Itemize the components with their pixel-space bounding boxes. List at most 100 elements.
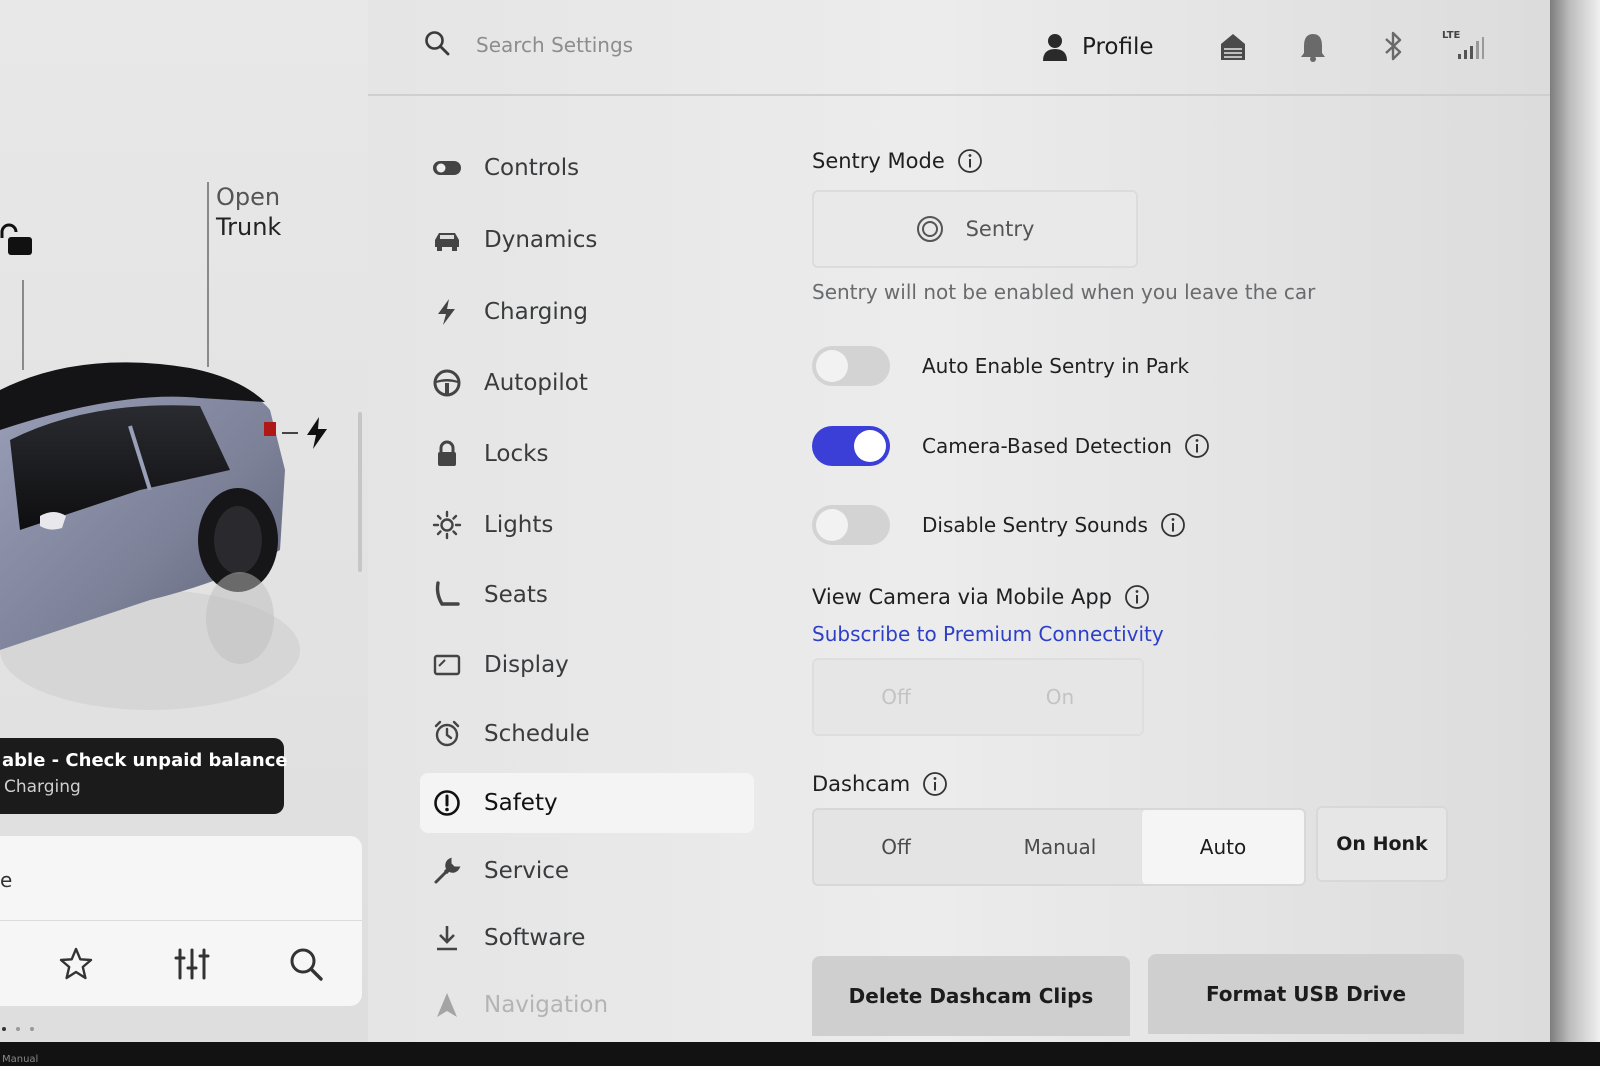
- view-camera-off-option: Off: [881, 685, 911, 709]
- search-icon[interactable]: [288, 946, 324, 982]
- nav-item-schedule[interactable]: Schedule: [420, 704, 754, 764]
- nav-item-safety[interactable]: Safety: [420, 773, 754, 833]
- controls-sliders-icon[interactable]: [174, 946, 210, 982]
- dashcam-on-honk-button[interactable]: On Honk: [1316, 806, 1448, 882]
- info-icon[interactable]: [922, 771, 948, 797]
- profile-label: Profile: [1082, 34, 1154, 60]
- open-trunk-label-line1: Open: [216, 183, 281, 211]
- view-camera-heading: View Camera via Mobile App: [812, 584, 1150, 610]
- trunk-indicator-line: [207, 182, 209, 367]
- display-bezel-right: [1550, 0, 1600, 1066]
- sentry-button[interactable]: Sentry: [812, 190, 1138, 268]
- nav-item-lights[interactable]: Lights: [420, 495, 754, 555]
- profile-button[interactable]: Profile: [1042, 30, 1154, 64]
- display-bezel-bottom: Manual: [0, 1042, 1600, 1066]
- settings-screen: Open Trunk able - Check unpaid balance C…: [0, 0, 1550, 1042]
- card-divider: [0, 920, 362, 921]
- info-icon[interactable]: [1184, 433, 1210, 459]
- nav-item-locks[interactable]: Locks: [420, 424, 754, 484]
- notification-bell-icon[interactable]: [1298, 30, 1328, 62]
- open-trunk-label-line2: Trunk: [216, 213, 282, 241]
- nav-item-controls[interactable]: Controls: [420, 138, 754, 198]
- nav-label: Dynamics: [484, 227, 598, 253]
- format-usb-drive-button[interactable]: Format USB Drive: [1148, 954, 1464, 1034]
- auto-enable-sentry-row: Auto Enable Sentry in Park: [812, 346, 1189, 386]
- bluetooth-icon[interactable]: [1378, 30, 1408, 62]
- quick-controls-card: e: [0, 836, 362, 1006]
- nav-item-charging[interactable]: Charging: [420, 282, 754, 342]
- lte-signal-icon: LTE: [1442, 30, 1486, 62]
- view-camera-segmented-control: Off On: [812, 658, 1144, 736]
- info-icon[interactable]: [1124, 584, 1150, 610]
- steering-wheel-icon: [433, 369, 461, 397]
- sentry-mode-heading: Sentry Mode: [812, 148, 983, 174]
- nav-item-display[interactable]: Display: [420, 635, 754, 695]
- disable-sentry-sounds-toggle[interactable]: [812, 505, 890, 545]
- page-indicator-dots: [2, 1016, 44, 1035]
- sentry-eye-icon: [916, 216, 943, 242]
- nav-item-seats[interactable]: Seats: [420, 565, 754, 625]
- navigation-icon: [437, 993, 457, 1017]
- charging-alert-toast[interactable]: able - Check unpaid balance Charging: [0, 738, 288, 814]
- info-icon[interactable]: [1160, 512, 1186, 538]
- nav-label: Lights: [484, 512, 554, 538]
- wrench-icon: [434, 857, 461, 884]
- premium-connectivity-link[interactable]: Subscribe to Premium Connectivity: [812, 622, 1164, 646]
- nav-item-autopilot[interactable]: Autopilot: [420, 353, 754, 413]
- search-settings-input[interactable]: [476, 28, 896, 62]
- nav-item-dynamics[interactable]: Dynamics: [420, 210, 754, 270]
- bezel-text: Manual: [2, 1054, 39, 1065]
- lock-icon: [438, 440, 456, 466]
- info-icon[interactable]: [957, 148, 983, 174]
- dashcam-off-option[interactable]: Off: [814, 810, 978, 884]
- card-text-fragment: e: [0, 868, 13, 892]
- bolt-icon: [438, 299, 455, 325]
- toast-message: able - Check unpaid balance: [2, 750, 288, 771]
- search-icon[interactable]: [424, 30, 450, 56]
- nav-item-service[interactable]: Service: [420, 841, 754, 901]
- nav-label: Locks: [484, 441, 549, 467]
- toggle-label: Camera-Based Detection: [922, 434, 1172, 458]
- dashcam-heading: Dashcam: [812, 771, 948, 797]
- auto-enable-sentry-toggle[interactable]: [812, 346, 890, 386]
- panel-scrollbar[interactable]: [358, 412, 362, 572]
- camera-detection-row: Camera-Based Detection: [812, 426, 1210, 466]
- seat-icon: [435, 581, 460, 606]
- dashcam-manual-option[interactable]: Manual: [978, 810, 1142, 884]
- settings-header: Profile LTE: [368, 0, 1550, 96]
- toggle-icon: [433, 161, 461, 175]
- profile-icon: [1043, 34, 1067, 61]
- nav-label: Seats: [484, 582, 548, 608]
- car-status-panel: Open Trunk able - Check unpaid balance C…: [0, 0, 368, 1042]
- download-icon: [437, 926, 457, 951]
- toast-subtitle: Charging: [4, 777, 81, 797]
- nav-label: Safety: [484, 790, 558, 816]
- toggle-label-wrap: Camera-Based Detection: [922, 433, 1210, 459]
- favorite-star-icon[interactable]: [58, 946, 94, 982]
- dashcam-auto-option[interactable]: Auto: [1142, 810, 1304, 884]
- nav-label: Charging: [484, 299, 588, 325]
- alert-circle-icon: [434, 790, 460, 816]
- nav-item-software[interactable]: Software: [420, 908, 754, 968]
- nav-label: Display: [484, 652, 569, 678]
- sun-icon: [432, 510, 462, 540]
- charge-bolt-icon: [307, 417, 327, 449]
- display-icon: [433, 654, 461, 676]
- delete-dashcam-clips-button[interactable]: Delete Dashcam Clips: [812, 956, 1130, 1036]
- toggle-label-wrap: Disable Sentry Sounds: [922, 512, 1186, 538]
- open-trunk-button[interactable]: Open Trunk: [216, 182, 281, 242]
- sentry-button-label: Sentry: [965, 217, 1035, 241]
- dashcam-title: Dashcam: [812, 772, 911, 796]
- nav-label: Controls: [484, 155, 580, 181]
- nav-label: Navigation: [484, 992, 609, 1018]
- view-camera-on-option: On: [1045, 685, 1075, 709]
- nav-item-navigation[interactable]: Navigation: [420, 975, 754, 1035]
- homelink-icon[interactable]: [1218, 30, 1248, 62]
- charge-port-line: [282, 432, 298, 434]
- nav-label: Software: [484, 925, 586, 951]
- camera-detection-toggle[interactable]: [812, 426, 890, 466]
- nav-label: Schedule: [484, 721, 590, 747]
- toggle-label: Disable Sentry Sounds: [922, 513, 1148, 537]
- car-icon: [435, 233, 459, 251]
- unlocked-padlock-icon[interactable]: [0, 222, 36, 258]
